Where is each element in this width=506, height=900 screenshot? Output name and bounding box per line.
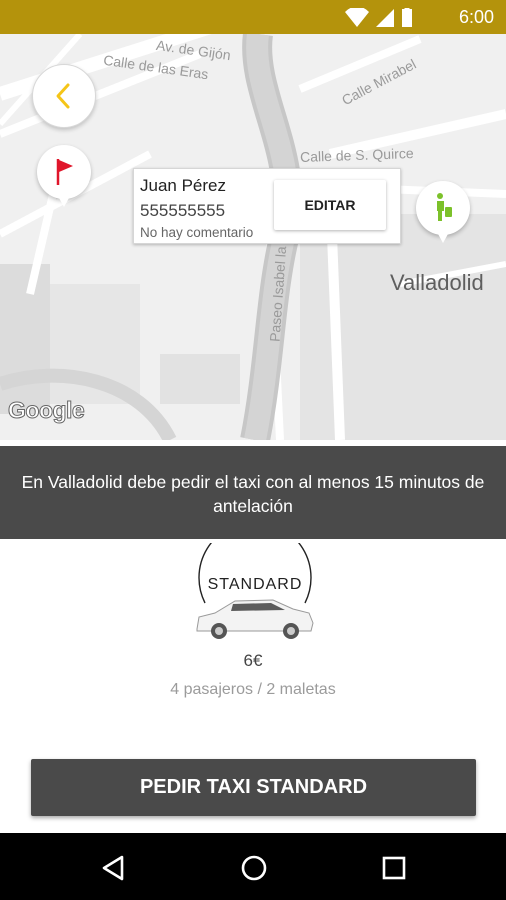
taxi-capacity: 4 pasajeros / 2 maletas (170, 681, 336, 698)
map-city-label: Valladolid (390, 270, 484, 295)
origin-marker[interactable] (37, 145, 91, 207)
navigation-bar (0, 833, 506, 900)
taxi-type-label: STANDARD (208, 576, 303, 593)
wifi-icon (345, 6, 369, 28)
nav-recents-icon[interactable] (374, 848, 414, 888)
taxi-type-logo[interactable]: STANDARD (193, 521, 319, 648)
battery-icon (402, 7, 412, 27)
contact-phone: 555555555 (140, 201, 226, 220)
signal-icon (376, 9, 394, 27)
taxi-price: 6€ (243, 651, 263, 670)
advance-notice-text: En Valladolid debe pedir el taxi con al … (21, 472, 485, 516)
status-time: 6:00 (458, 7, 494, 27)
passenger-icon (437, 193, 452, 221)
taxi-car-icon (196, 599, 314, 639)
contact-name: Juan Pérez (140, 176, 226, 195)
flag-icon (56, 159, 73, 185)
nav-back-icon[interactable] (93, 848, 133, 888)
back-chevron-icon (56, 83, 70, 109)
edit-button[interactable]: EDITAR (274, 180, 386, 230)
nav-home-icon[interactable] (234, 848, 274, 888)
contact-comment: No hay comentario (140, 225, 254, 240)
status-icons (344, 6, 434, 33)
back-button[interactable] (32, 64, 96, 128)
contact-card: Juan Pérez 555555555 No hay comentario E… (133, 168, 401, 244)
google-logo: Google (7, 397, 85, 424)
order-taxi-button[interactable]: PEDIR TAXI STANDARD (31, 759, 476, 816)
advance-notice-banner: En Valladolid debe pedir el taxi con al … (0, 446, 506, 539)
status-bar: 6:00 (0, 0, 506, 34)
passenger-marker[interactable] (416, 181, 470, 243)
